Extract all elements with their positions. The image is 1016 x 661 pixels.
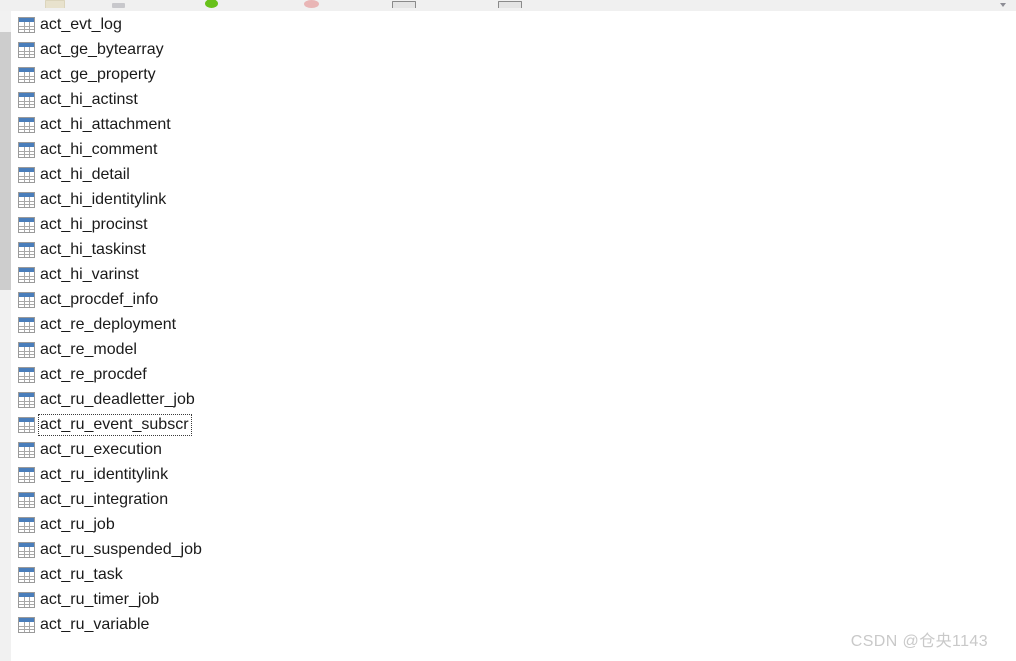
table-list-item-label: act_hi_actinst <box>40 90 138 108</box>
table-icon <box>18 191 35 208</box>
table-icon <box>18 566 35 583</box>
table-list-item[interactable]: act_ru_timer_job <box>11 587 1016 612</box>
vertical-scrollbar-track[interactable] <box>0 11 11 661</box>
table-list-item-label: act_re_procdef <box>40 365 147 383</box>
table-icon <box>18 116 35 133</box>
table-list-item-label: act_re_deployment <box>40 315 177 333</box>
table-icon <box>18 291 35 308</box>
table-list-item-label: act_hi_varinst <box>40 265 139 283</box>
table-icon <box>18 416 35 433</box>
overflow-chevron-icon[interactable] <box>1000 3 1006 7</box>
table-list-item[interactable]: act_evt_log <box>11 12 1016 37</box>
table-list-item[interactable]: act_re_procdef <box>11 362 1016 387</box>
table-list[interactable]: act_evt_log act_ge_bytearray act_ge_proper… <box>11 11 1016 661</box>
table-list-item-label: act_ge_bytearray <box>40 40 164 58</box>
table-icon <box>18 391 35 408</box>
table-list-item[interactable]: act_ru_job <box>11 512 1016 537</box>
table-icon <box>18 341 35 358</box>
table-list-item-label: act_ru_variable <box>40 615 150 633</box>
run-query-icon[interactable] <box>205 0 218 8</box>
table-icon <box>18 141 35 158</box>
table-list-item[interactable]: act_hi_taskinst <box>11 237 1016 262</box>
open-file-icon[interactable] <box>45 0 65 8</box>
toolbar <box>0 0 1016 11</box>
table-list-item-label: act_ru_execution <box>40 440 162 458</box>
table-list-item[interactable]: act_ge_property <box>11 62 1016 87</box>
table-icon <box>18 541 35 558</box>
table-icon <box>18 316 35 333</box>
table-icon <box>18 166 35 183</box>
table-list-item[interactable]: act_hi_identitylink <box>11 187 1016 212</box>
table-icon <box>18 516 35 533</box>
table-list-item[interactable]: act_ru_identitylink <box>11 462 1016 487</box>
table-icon <box>18 266 35 283</box>
table-list-item-label: act_evt_log <box>40 15 122 33</box>
vertical-scrollbar-thumb[interactable] <box>0 32 11 290</box>
table-list-item[interactable]: act_ru_suspended_job <box>11 537 1016 562</box>
table-list-item-label: act_ru_identitylink <box>40 465 169 483</box>
table-list-item-label: act_hi_identitylink <box>40 190 167 208</box>
table-icon <box>18 41 35 58</box>
table-icon <box>18 591 35 608</box>
database-table-list-window: act_evt_log act_ge_bytearray act_ge_proper… <box>0 0 1016 661</box>
table-list-item[interactable]: act_re_model <box>11 337 1016 362</box>
table-list-item-label: act_hi_attachment <box>40 115 171 133</box>
table-list-item-label: act_hi_procinst <box>40 215 148 233</box>
table-list-item[interactable]: act_ru_event_subscr <box>11 412 1016 437</box>
table-list-item-label: act_ru_task <box>40 565 123 583</box>
stop-icon[interactable] <box>304 0 319 8</box>
table-list-item-label: act_hi_detail <box>40 165 130 183</box>
table-icon <box>18 366 35 383</box>
table-icon <box>18 491 35 508</box>
table-list-item-label: act_ru_deadletter_job <box>40 390 195 408</box>
table-list-item-label: act_ru_timer_job <box>40 590 160 608</box>
table-list-item[interactable]: act_procdef_info <box>11 287 1016 312</box>
table-list-item-label: act_re_model <box>40 340 137 358</box>
table-list-item[interactable]: act_hi_attachment <box>11 112 1016 137</box>
table-list-item-label: act_ru_integration <box>40 490 169 508</box>
table-icon <box>18 441 35 458</box>
table-list-item-label: act_ru_event_subscr <box>38 413 192 436</box>
table-list-item[interactable]: act_hi_actinst <box>11 87 1016 112</box>
window-panel-icon[interactable] <box>392 1 416 8</box>
table-icon <box>18 16 35 33</box>
table-list-item-label: act_ru_job <box>40 515 115 533</box>
table-list-item[interactable]: act_ru_task <box>11 562 1016 587</box>
table-icon <box>18 616 35 633</box>
table-list-item-label: act_ru_suspended_job <box>40 540 202 558</box>
table-list-item[interactable]: act_hi_varinst <box>11 262 1016 287</box>
table-list-item[interactable]: act_ru_integration <box>11 487 1016 512</box>
table-list-item-label: act_procdef_info <box>40 290 159 308</box>
table-list-item-label: act_hi_taskinst <box>40 240 146 258</box>
table-icon <box>18 466 35 483</box>
table-list-item[interactable]: act_re_deployment <box>11 312 1016 337</box>
table-list-item[interactable]: act_hi_comment <box>11 137 1016 162</box>
watermark: CSDN @仓央1143 <box>850 633 988 650</box>
table-list-item-label: act_ge_property <box>40 65 156 83</box>
table-data-icon[interactable] <box>112 3 125 8</box>
table-icon <box>18 66 35 83</box>
table-list-item-label: act_hi_comment <box>40 140 158 158</box>
table-icon <box>18 216 35 233</box>
window-panel-2-icon[interactable] <box>498 1 522 8</box>
table-list-item[interactable]: act_hi_procinst <box>11 212 1016 237</box>
table-list-item[interactable]: act_ge_bytearray <box>11 37 1016 62</box>
table-list-item[interactable]: act_ru_execution <box>11 437 1016 462</box>
table-icon <box>18 241 35 258</box>
table-list-item[interactable]: act_hi_detail <box>11 162 1016 187</box>
table-icon <box>18 91 35 108</box>
table-list-item[interactable]: act_ru_deadletter_job <box>11 387 1016 412</box>
